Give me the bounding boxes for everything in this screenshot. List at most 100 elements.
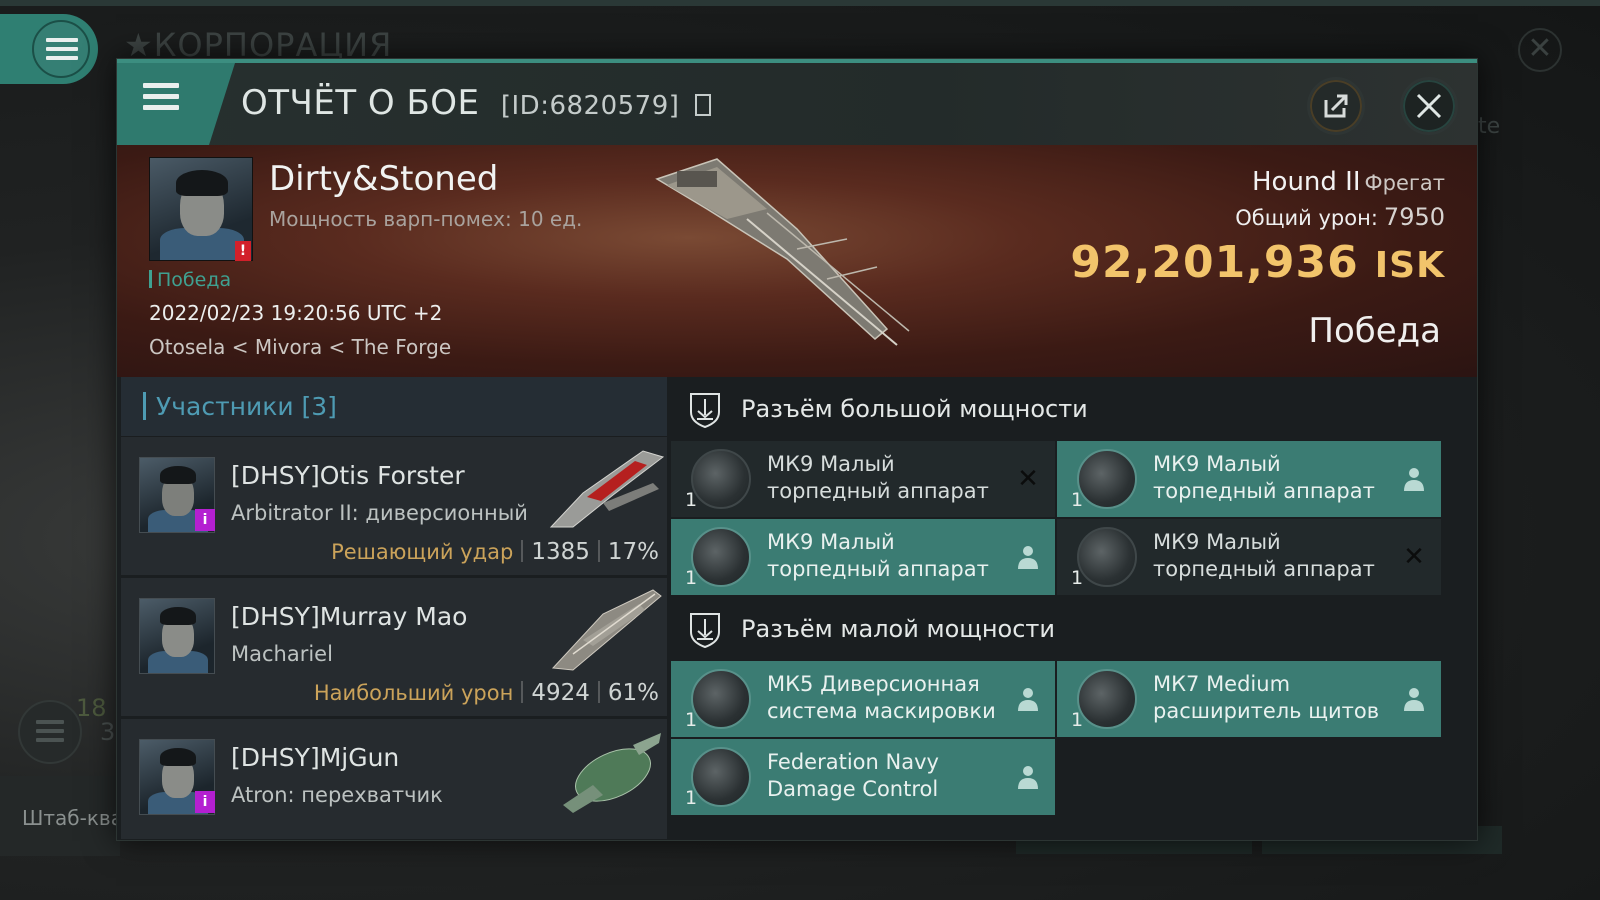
victim-banner: ! Dirty&Stoned Мощность варп-помех: 10 е… [117,145,1477,377]
victim-ship-image [655,158,910,346]
cloaking-device-icon [691,669,751,729]
total-damage-label: Общий урон: [1235,206,1378,230]
person-icon [1018,766,1038,789]
attacker-damage: 4924 [531,680,590,706]
module-name: МК7 Medium расширитель щитов [1153,672,1380,723]
attacker-info-badge: i [195,509,215,531]
high-slot-modules: 1 МК9 Малый торпедный аппарат ✕ 1 МК9 Ма… [671,441,1443,597]
participants-panel: Участники [3] i [DHSY]Otis Forster Arbit… [121,377,667,839]
mid-slot-icon [690,613,720,649]
attacker-ship-image [551,589,662,671]
mid-slot-header: Разъём малой мощности [671,597,1443,661]
background-hq-label[interactable]: Штаб-ква [22,806,123,830]
module-item[interactable]: 1 МК9 Малый торпедный аппарат ✕ [671,441,1055,517]
high-slot-icon [690,393,720,429]
module-quantity: 1 [685,567,698,589]
attacker-role: Наибольший урон [313,681,514,705]
attacker-stats: Наибольший урон 4924 61% [314,680,659,706]
attacker-role: Решающий удар [331,540,514,564]
module-name: МК9 Малый торпедный аппарат [767,452,989,503]
module-name: МК5 Диверсионная система маскировки [767,672,996,723]
victim-ship-line: Hound II Фрегат [1252,167,1445,197]
module-item[interactable]: 1 Federation Navy Damage Control [671,739,1055,815]
background-close-icon[interactable]: ✕ [1518,28,1562,72]
background-list-button[interactable] [18,700,82,764]
next-slot-header-partial [671,817,1443,839]
dialog-menu-button[interactable] [117,63,235,145]
close-icon [1416,93,1442,119]
share-button[interactable] [1307,77,1365,135]
module-quantity: 1 [1071,489,1084,511]
menu-icon [143,83,179,115]
module-name: МК9 Малый торпедный аппарат [767,530,989,581]
mid-slot-modules: 1 МК5 Диверсионная система маскировки 1 … [671,661,1443,817]
background-side-text: te [1478,114,1501,139]
module-item[interactable]: 1 МК7 Medium расширитель щитов [1057,661,1441,737]
combat-report-dialog: ОТЧЁТ О БОЕ [ID:6820579] ! Dirty&Stoned … [116,58,1478,841]
victim-warp-strength: Мощность варп-помех: 10 ед. [269,207,583,231]
torpedo-launcher-icon [691,449,751,509]
victim-name[interactable]: Dirty&Stoned [269,159,498,199]
person-icon [1404,688,1424,711]
dialog-title-text: ОТЧЁТ О БОЕ [241,83,480,123]
victim-ship-name[interactable]: Hound II [1252,167,1361,197]
banner-result: Победа [1308,311,1441,351]
module-name: МК9 Малый торпедный аппарат [1153,452,1375,503]
module-name: МК9 Малый торпедный аппарат [1153,530,1375,581]
module-item[interactable]: 1 МК9 Малый торпедный аппарат [1057,441,1441,517]
result-tag: Победа [149,269,231,291]
person-icon [1018,688,1038,711]
fittings-panel: Разъём большой мощности 1 МК9 Малый торп… [671,377,1443,839]
module-quantity: 1 [685,709,698,731]
attacker-stats: Решающий удар 1385 17% [331,539,659,565]
module-name: Federation Navy Damage Control [767,750,939,801]
attacker-portrait[interactable] [139,598,215,674]
participants-header[interactable]: Участники [3] [121,377,667,437]
main-menu-button[interactable] [0,14,98,84]
module-item[interactable]: 1 МК9 Малый торпедный аппарат ✕ [1057,519,1441,595]
attacker-row[interactable]: [DHSY]Murray Mao Machariel Наибольший ур… [121,578,667,719]
attacker-ship-image [563,733,661,813]
person-icon [1018,546,1038,569]
torpedo-launcher-icon [1077,527,1137,587]
kill-location[interactable]: Otosela < Mivora < The Forge [149,335,451,359]
isk-value: 92,201,936 [1070,237,1359,288]
torpedo-launcher-icon [1077,449,1137,509]
attacker-ship: Atron: перехватчик [231,783,443,807]
torpedo-launcher-icon [691,527,751,587]
attacker-damage: 1385 [531,539,590,565]
damage-control-icon [691,747,751,807]
attacker-row[interactable]: i [DHSY]MjGun Atron: перехватчик [121,719,667,839]
high-slot-title: Разъём большой мощности [741,395,1088,423]
module-quantity: 1 [685,489,698,511]
background-number-b: 3 [100,718,116,746]
total-damage-line: Общий урон: 7950 [1235,203,1445,231]
shield-extender-icon [1077,669,1137,729]
module-item[interactable]: 1 МК5 Диверсионная система маскировки [671,661,1055,737]
attacker-damage-percent: 61% [607,680,659,706]
attacker-info-badge: i [195,791,215,813]
total-damage-value: 7950 [1383,203,1445,231]
module-item[interactable]: 1 МК9 Малый торпедный аппарат [671,519,1055,595]
external-link-icon [1324,94,1348,118]
attacker-name: [DHSY]MjGun [231,743,400,772]
destroyed-icon: ✕ [1403,542,1425,572]
module-quantity: 1 [685,787,698,809]
kill-time: 2022/02/23 19:20:56 UTC +2 [149,301,443,325]
attacker-ship-image [549,450,665,528]
destroyed-icon: ✕ [1017,464,1039,494]
mid-slot-title: Разъём малой мощности [741,615,1056,643]
top-bar [0,0,1600,6]
isk-value-line: 92,201,936 ISK [1070,237,1445,288]
victim-alert-badge: ! [235,241,251,261]
isk-unit: ISK [1374,245,1445,286]
module-quantity: 1 [1071,567,1084,589]
copy-icon[interactable] [694,94,711,116]
victim-ship-class: Фрегат [1364,171,1445,195]
attacker-ship: Arbitrator II: диверсионный [231,501,528,525]
attacker-row[interactable]: i [DHSY]Otis Forster Arbitrator II: диве… [121,437,667,578]
menu-icon [46,38,78,65]
module-quantity: 1 [1071,709,1084,731]
close-button[interactable] [1400,77,1458,135]
attacker-name: [DHSY]Murray Mao [231,602,468,631]
